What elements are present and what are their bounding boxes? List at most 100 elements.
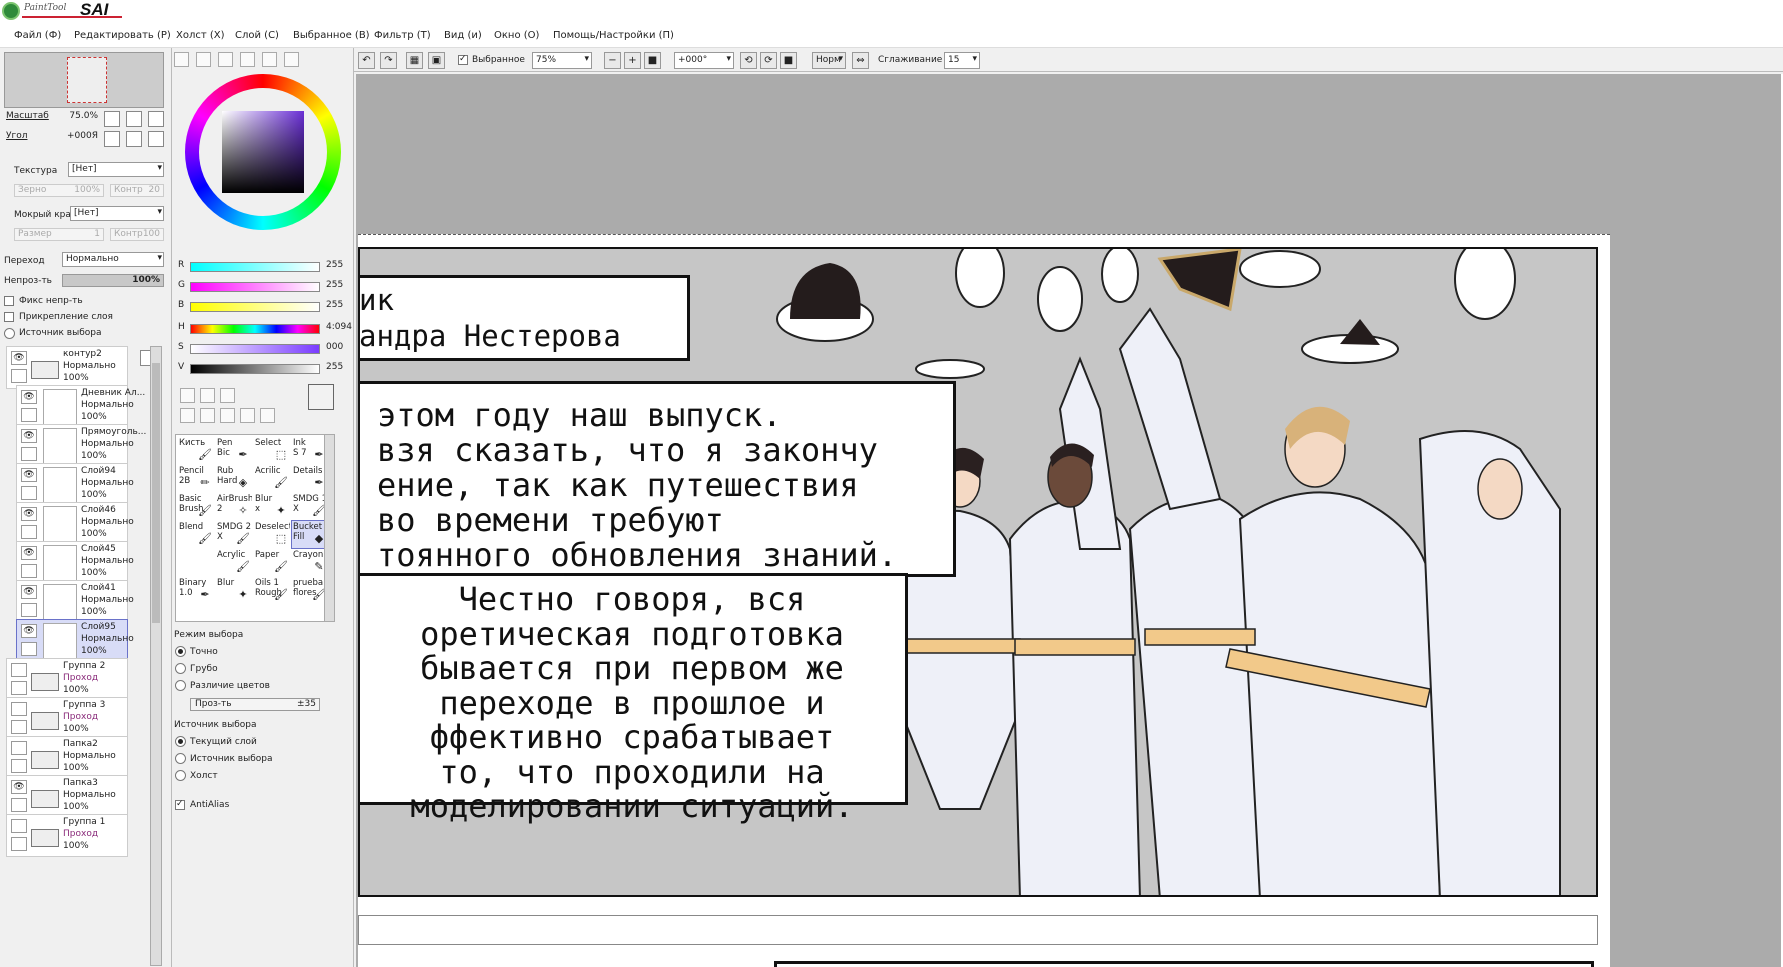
rotate-tool-icon[interactable] bbox=[220, 408, 235, 423]
tool-slot[interactable] bbox=[178, 549, 214, 576]
layer-row[interactable]: 👁 Папка3 Нормально 100% bbox=[6, 775, 128, 818]
menu-layer[interactable]: Слой (С) bbox=[235, 30, 279, 41]
selection-mode-radio[interactable] bbox=[175, 680, 186, 691]
color-slider[interactable] bbox=[190, 364, 320, 374]
zoom-out-button[interactable] bbox=[104, 111, 120, 127]
lock-icon[interactable] bbox=[21, 486, 37, 500]
menu-selection[interactable]: Выбранное (В) bbox=[293, 30, 370, 41]
zoom-reset-button[interactable] bbox=[148, 111, 164, 127]
tool-slot[interactable]: Кисть 🖌 bbox=[178, 437, 214, 464]
marquee-tool-icon[interactable] bbox=[180, 388, 195, 403]
color-slider[interactable] bbox=[190, 282, 320, 292]
rotate-right-button[interactable] bbox=[126, 131, 142, 147]
eye-icon[interactable]: 👁 bbox=[11, 780, 27, 794]
lock-icon[interactable] bbox=[21, 642, 37, 656]
tool-slot[interactable]: Blend 🖌 bbox=[178, 521, 214, 548]
menu-canvas[interactable]: Холст (Х) bbox=[176, 30, 225, 41]
rotate-ccw-button[interactable]: ⟲ bbox=[740, 52, 757, 69]
layer-row[interactable]: Группа 2 Проход 100% bbox=[6, 658, 128, 701]
size-contrast-field[interactable]: Контр 100 bbox=[110, 228, 164, 241]
deselect-button[interactable]: ▦ bbox=[406, 52, 423, 69]
tool-slot[interactable]: Acrylic 🖌 bbox=[216, 549, 252, 576]
antialias-checkbox[interactable]: ✓ bbox=[175, 799, 185, 810]
grain-field[interactable]: Зерно 100% bbox=[14, 184, 104, 197]
tool-slot[interactable]: Oils 1 Rough 🖌 bbox=[254, 577, 290, 604]
tool-slot[interactable]: Blur x ✦ bbox=[254, 493, 290, 520]
wet-edge-dropdown[interactable]: [Нет] bbox=[70, 206, 164, 221]
tool-slot[interactable]: Blur ✦ bbox=[216, 577, 252, 604]
undo-button[interactable]: ↶ bbox=[358, 52, 375, 69]
canvas-area[interactable]: ик андра Нестерова этом году наш выпуск.… bbox=[356, 74, 1783, 967]
lock-icon[interactable] bbox=[21, 564, 37, 578]
lock-icon[interactable] bbox=[11, 759, 27, 773]
hand-tool-icon[interactable] bbox=[240, 408, 255, 423]
tool-slot[interactable]: Deselect ⬚ bbox=[254, 521, 290, 548]
eye-icon[interactable]: 👁 bbox=[11, 351, 27, 365]
blend-mode-dropdown[interactable]: Нормально bbox=[62, 252, 164, 267]
menu-filter[interactable]: Фильтр (Т) bbox=[374, 30, 431, 41]
tool-grid-scrollbar[interactable] bbox=[324, 435, 334, 621]
angle-dropdown[interactable]: +000° bbox=[674, 52, 734, 69]
layer-row[interactable]: 👁 Слой46 Нормально 100% bbox=[16, 502, 134, 545]
smoothing-dropdown[interactable]: 15 bbox=[944, 52, 980, 69]
layer-row[interactable]: 👁 Слой95 Нормально 100% bbox=[16, 619, 134, 662]
color-slider[interactable] bbox=[190, 324, 320, 334]
color-slider[interactable] bbox=[190, 302, 320, 312]
tool-slot[interactable]: SMDG 1 X🖌 bbox=[292, 493, 328, 520]
tool-slot[interactable]: Crayon ✎ bbox=[292, 549, 328, 576]
navigator-thumbnail[interactable] bbox=[4, 52, 164, 108]
layer-row[interactable]: Группа 1 Проход 100% bbox=[6, 814, 128, 857]
size-field[interactable]: Размер 1 bbox=[14, 228, 104, 241]
toolbar-zoom-in-button[interactable]: + bbox=[624, 52, 641, 69]
color-wheel-mode-icon[interactable] bbox=[174, 52, 189, 67]
eye-icon[interactable]: 👁 bbox=[21, 546, 37, 560]
eye-icon[interactable] bbox=[11, 702, 27, 716]
zoom-value[interactable]: 75.0% bbox=[58, 111, 98, 121]
rotate-cw-button[interactable]: ⟳ bbox=[760, 52, 777, 69]
lock-icon[interactable] bbox=[21, 603, 37, 617]
lock-icon[interactable] bbox=[11, 369, 27, 383]
sv-square[interactable] bbox=[222, 111, 304, 193]
tool-slot[interactable]: Binary 1.0 ✒ bbox=[178, 577, 214, 604]
lock-opacity-checkbox[interactable] bbox=[4, 296, 14, 306]
layer-row[interactable]: 👁 Слой45 Нормально 100% bbox=[16, 541, 134, 584]
zoom-tool-icon[interactable] bbox=[200, 408, 215, 423]
tool-slot[interactable]: prueba flores 🖌 bbox=[292, 577, 328, 604]
color-slider[interactable] bbox=[190, 262, 320, 272]
selection-source-radio[interactable] bbox=[175, 753, 186, 764]
menu-help[interactable]: Помощь/Настройки (П) bbox=[553, 30, 674, 41]
lock-icon[interactable] bbox=[11, 798, 27, 812]
lock-icon[interactable] bbox=[11, 837, 27, 851]
transparency-slider[interactable]: Проз-ть ±35 bbox=[190, 698, 320, 711]
selection-source-toggle[interactable] bbox=[4, 328, 15, 339]
hsv-slider-mode-icon[interactable] bbox=[218, 52, 233, 67]
tool-slot[interactable]: SMDG 2 X 🖌 bbox=[216, 521, 252, 548]
magic-wand-tool-icon[interactable] bbox=[220, 388, 235, 403]
color-mixer-mode-icon[interactable] bbox=[284, 52, 299, 67]
color-wheel[interactable] bbox=[185, 74, 341, 230]
eye-icon[interactable]: 👁 bbox=[21, 390, 37, 404]
redo-button[interactable]: ↷ bbox=[380, 52, 397, 69]
rgb-slider-mode-icon[interactable] bbox=[196, 52, 211, 67]
toolbar-zoom-out-button[interactable]: − bbox=[604, 52, 621, 69]
zoom-dropdown[interactable]: 75% bbox=[532, 52, 592, 69]
swatches-mode-icon[interactable] bbox=[240, 52, 255, 67]
tool-slot[interactable]: Basic Brush 🖌 bbox=[178, 493, 214, 520]
rotate-reset-toolbar-button[interactable]: ■ bbox=[780, 52, 797, 69]
eye-icon[interactable] bbox=[11, 741, 27, 755]
tool-slot[interactable]: Details ✒ bbox=[292, 465, 328, 492]
eye-icon[interactable] bbox=[11, 663, 27, 677]
tool-slot[interactable]: Acrilic 🖌 bbox=[254, 465, 290, 492]
tool-slot[interactable]: Ink S 7 ✒ bbox=[292, 437, 328, 464]
lock-icon[interactable] bbox=[21, 525, 37, 539]
layer-row[interactable]: 👁 Слой94 Нормально 100% bbox=[16, 463, 134, 506]
move-tool-icon[interactable] bbox=[180, 408, 195, 423]
show-selection-checkbox[interactable]: ✓ bbox=[458, 54, 468, 65]
selection-mode-radio[interactable] bbox=[175, 663, 186, 674]
clip-layer-checkbox[interactable] bbox=[4, 312, 14, 322]
invert-selection-button[interactable]: ▣ bbox=[428, 52, 445, 69]
lasso-tool-icon[interactable] bbox=[200, 388, 215, 403]
menu-view[interactable]: Вид (и) bbox=[444, 30, 482, 41]
layer-row[interactable]: Папка2 Нормально 100% bbox=[6, 736, 128, 779]
angle-value[interactable]: +000Я bbox=[58, 131, 98, 141]
